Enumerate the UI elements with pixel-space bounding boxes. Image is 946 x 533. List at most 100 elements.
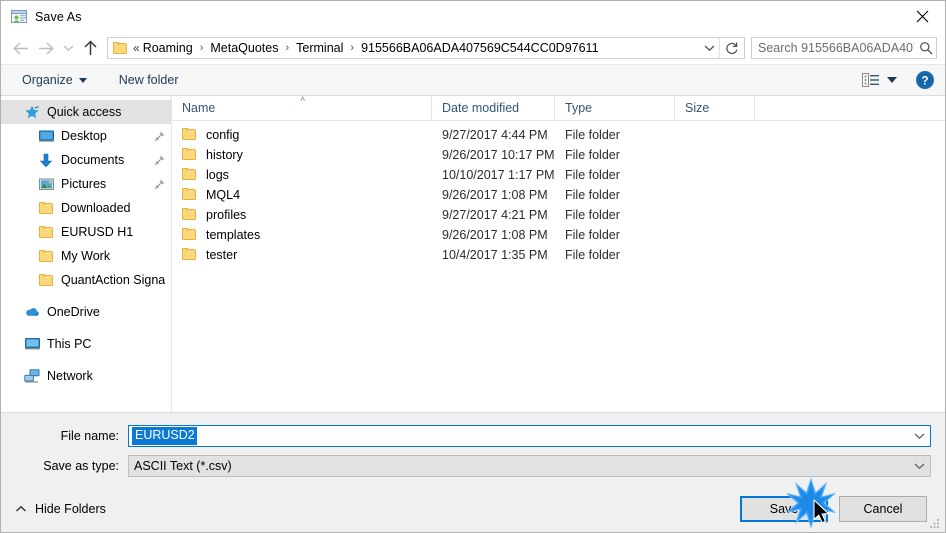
- table-row[interactable]: tester 10/4/2017 1:35 PM File folder: [172, 245, 945, 265]
- chevron-down-icon: [78, 77, 87, 83]
- save-as-dialog: Save As « Roaming › MetaQuotes › Termina…: [0, 0, 946, 533]
- file-type: File folder: [565, 168, 620, 182]
- file-name-label: File name:: [60, 429, 119, 443]
- save-as-type-row: Save as type: ASCII Text (*.csv): [15, 455, 931, 477]
- pin-icon[interactable]: [153, 155, 165, 166]
- table-row[interactable]: logs 10/10/2017 1:17 PM File folder: [172, 165, 945, 185]
- recent-locations-button[interactable]: [59, 35, 77, 61]
- save-button[interactable]: Save: [740, 495, 828, 522]
- hide-folders-button[interactable]: Hide Folders: [15, 502, 106, 516]
- file-type: File folder: [565, 248, 620, 262]
- file-name-input[interactable]: EURUSD2: [128, 425, 931, 447]
- table-row[interactable]: MQL4 9/26/2017 1:08 PM File folder: [172, 185, 945, 205]
- refresh-button[interactable]: [719, 38, 744, 58]
- column-header-date-modified[interactable]: Date modified: [432, 96, 555, 120]
- sidebar-item-quantaction-signal[interactable]: QuantAction Signal: [1, 268, 171, 292]
- table-row[interactable]: templates 9/26/2017 1:08 PM File folder: [172, 225, 945, 245]
- table-row[interactable]: profiles 9/27/2017 4:21 PM File folder: [172, 205, 945, 225]
- resize-grip-icon[interactable]: [929, 517, 941, 529]
- chevron-down-icon: [914, 463, 924, 470]
- save-as-type-dropdown-button[interactable]: [908, 456, 930, 476]
- save-as-type-select[interactable]: ASCII Text (*.csv): [128, 455, 931, 477]
- onedrive-icon: [23, 304, 41, 320]
- view-layout-icon[interactable]: [858, 71, 883, 89]
- breadcrumb-overflow[interactable]: «: [132, 41, 141, 55]
- breadcrumb-item-terminal-id[interactable]: 915566BA06ADA407569C544CC0D97611: [359, 41, 600, 55]
- sidebar-item-this-pc[interactable]: This PC: [1, 332, 171, 356]
- folder-icon: [37, 200, 55, 216]
- breadcrumb-item-terminal[interactable]: Terminal: [294, 41, 345, 55]
- file-rows: config 9/27/2017 4:44 PM File folder his…: [172, 121, 945, 412]
- sidebar-item-quick-access[interactable]: Quick access: [1, 100, 171, 124]
- back-button[interactable]: [7, 35, 33, 61]
- organize-button[interactable]: Organize: [15, 70, 94, 90]
- sidebar-item-documents[interactable]: Documents: [1, 148, 171, 172]
- breadcrumb-item-roaming[interactable]: Roaming: [141, 41, 195, 55]
- folder-icon: [182, 228, 198, 242]
- chevron-down-icon[interactable]: [887, 77, 897, 83]
- sidebar-item-network[interactable]: Network: [1, 364, 171, 388]
- breadcrumb-separator[interactable]: ›: [345, 42, 359, 54]
- sidebar-item-pictures[interactable]: Pictures: [1, 172, 171, 196]
- sort-ascending-icon: ˄: [300, 94, 306, 104]
- sidebar-item-label: This PC: [47, 337, 92, 351]
- file-name-cell: profiles: [172, 208, 432, 222]
- column-header-size[interactable]: Size: [675, 96, 755, 120]
- folder-icon: [37, 224, 55, 240]
- svg-text:?: ?: [921, 76, 928, 88]
- column-header-type[interactable]: Type: [555, 96, 675, 120]
- search-icon[interactable]: [916, 41, 936, 55]
- dialog-body: Quick access Desktop Documents Pictures …: [1, 94, 945, 412]
- sidebar-item-downloaded[interactable]: Downloaded: [1, 196, 171, 220]
- file-date: 10/4/2017 1:35 PM: [442, 248, 548, 262]
- file-name: tester: [206, 248, 238, 262]
- up-button[interactable]: [77, 35, 103, 61]
- address-dropdown-button[interactable]: [699, 38, 719, 58]
- forward-button[interactable]: [33, 35, 59, 61]
- sidebar-item-eurusd-h1[interactable]: EURUSD H1: [1, 220, 171, 244]
- search-input[interactable]: [752, 41, 916, 55]
- dialog-buttons: Save Cancel: [740, 495, 927, 522]
- pin-icon[interactable]: [153, 179, 165, 190]
- close-icon: [916, 10, 928, 23]
- window-title: Save As: [35, 9, 82, 24]
- breadcrumb-item-metaquotes[interactable]: MetaQuotes: [208, 41, 280, 55]
- new-folder-label: New folder: [118, 73, 179, 87]
- file-name-cell: logs: [172, 168, 432, 182]
- table-row[interactable]: config 9/27/2017 4:44 PM File folder: [172, 125, 945, 145]
- file-date: 10/10/2017 1:17 PM: [442, 168, 555, 182]
- file-name-cell: history: [172, 148, 432, 162]
- organize-label: Organize: [22, 73, 73, 87]
- address-bar[interactable]: « Roaming › MetaQuotes › Terminal › 9155…: [107, 37, 745, 59]
- breadcrumb: « Roaming › MetaQuotes › Terminal › 9155…: [132, 41, 699, 55]
- sidebar-item-desktop[interactable]: Desktop: [1, 124, 171, 148]
- network-icon: [23, 368, 41, 384]
- pin-icon[interactable]: [153, 131, 165, 142]
- folder-icon: [37, 272, 55, 288]
- forward-arrow-icon: [38, 41, 54, 55]
- cancel-button[interactable]: Cancel: [839, 495, 927, 522]
- save-as-type-value: ASCII Text (*.csv): [134, 459, 232, 473]
- table-row[interactable]: history 9/26/2017 10:17 PM File folder: [172, 145, 945, 165]
- navigation-pane: Quick access Desktop Documents Pictures …: [1, 96, 172, 412]
- file-name-cell: templates: [172, 228, 432, 242]
- dialog-footer: Hide Folders Save Cancel: [1, 485, 945, 532]
- breadcrumb-separator[interactable]: ›: [280, 42, 294, 54]
- file-name-cell: tester: [172, 248, 432, 262]
- breadcrumb-separator[interactable]: ›: [195, 42, 209, 54]
- file-name-dropdown-button[interactable]: [908, 426, 930, 446]
- documents-icon: [37, 152, 55, 168]
- search-box[interactable]: [751, 37, 937, 59]
- new-folder-button[interactable]: New folder: [112, 70, 186, 90]
- close-button[interactable]: [899, 1, 945, 32]
- file-name: logs: [206, 168, 229, 182]
- sidebar-item-onedrive[interactable]: OneDrive: [1, 300, 171, 324]
- help-button[interactable]: ?: [915, 70, 935, 90]
- file-type: File folder: [565, 148, 620, 162]
- file-type: File folder: [565, 228, 620, 242]
- file-name: profiles: [206, 208, 247, 222]
- file-date: 9/26/2017 1:08 PM: [442, 188, 548, 202]
- sidebar-item-my-work[interactable]: My Work: [1, 244, 171, 268]
